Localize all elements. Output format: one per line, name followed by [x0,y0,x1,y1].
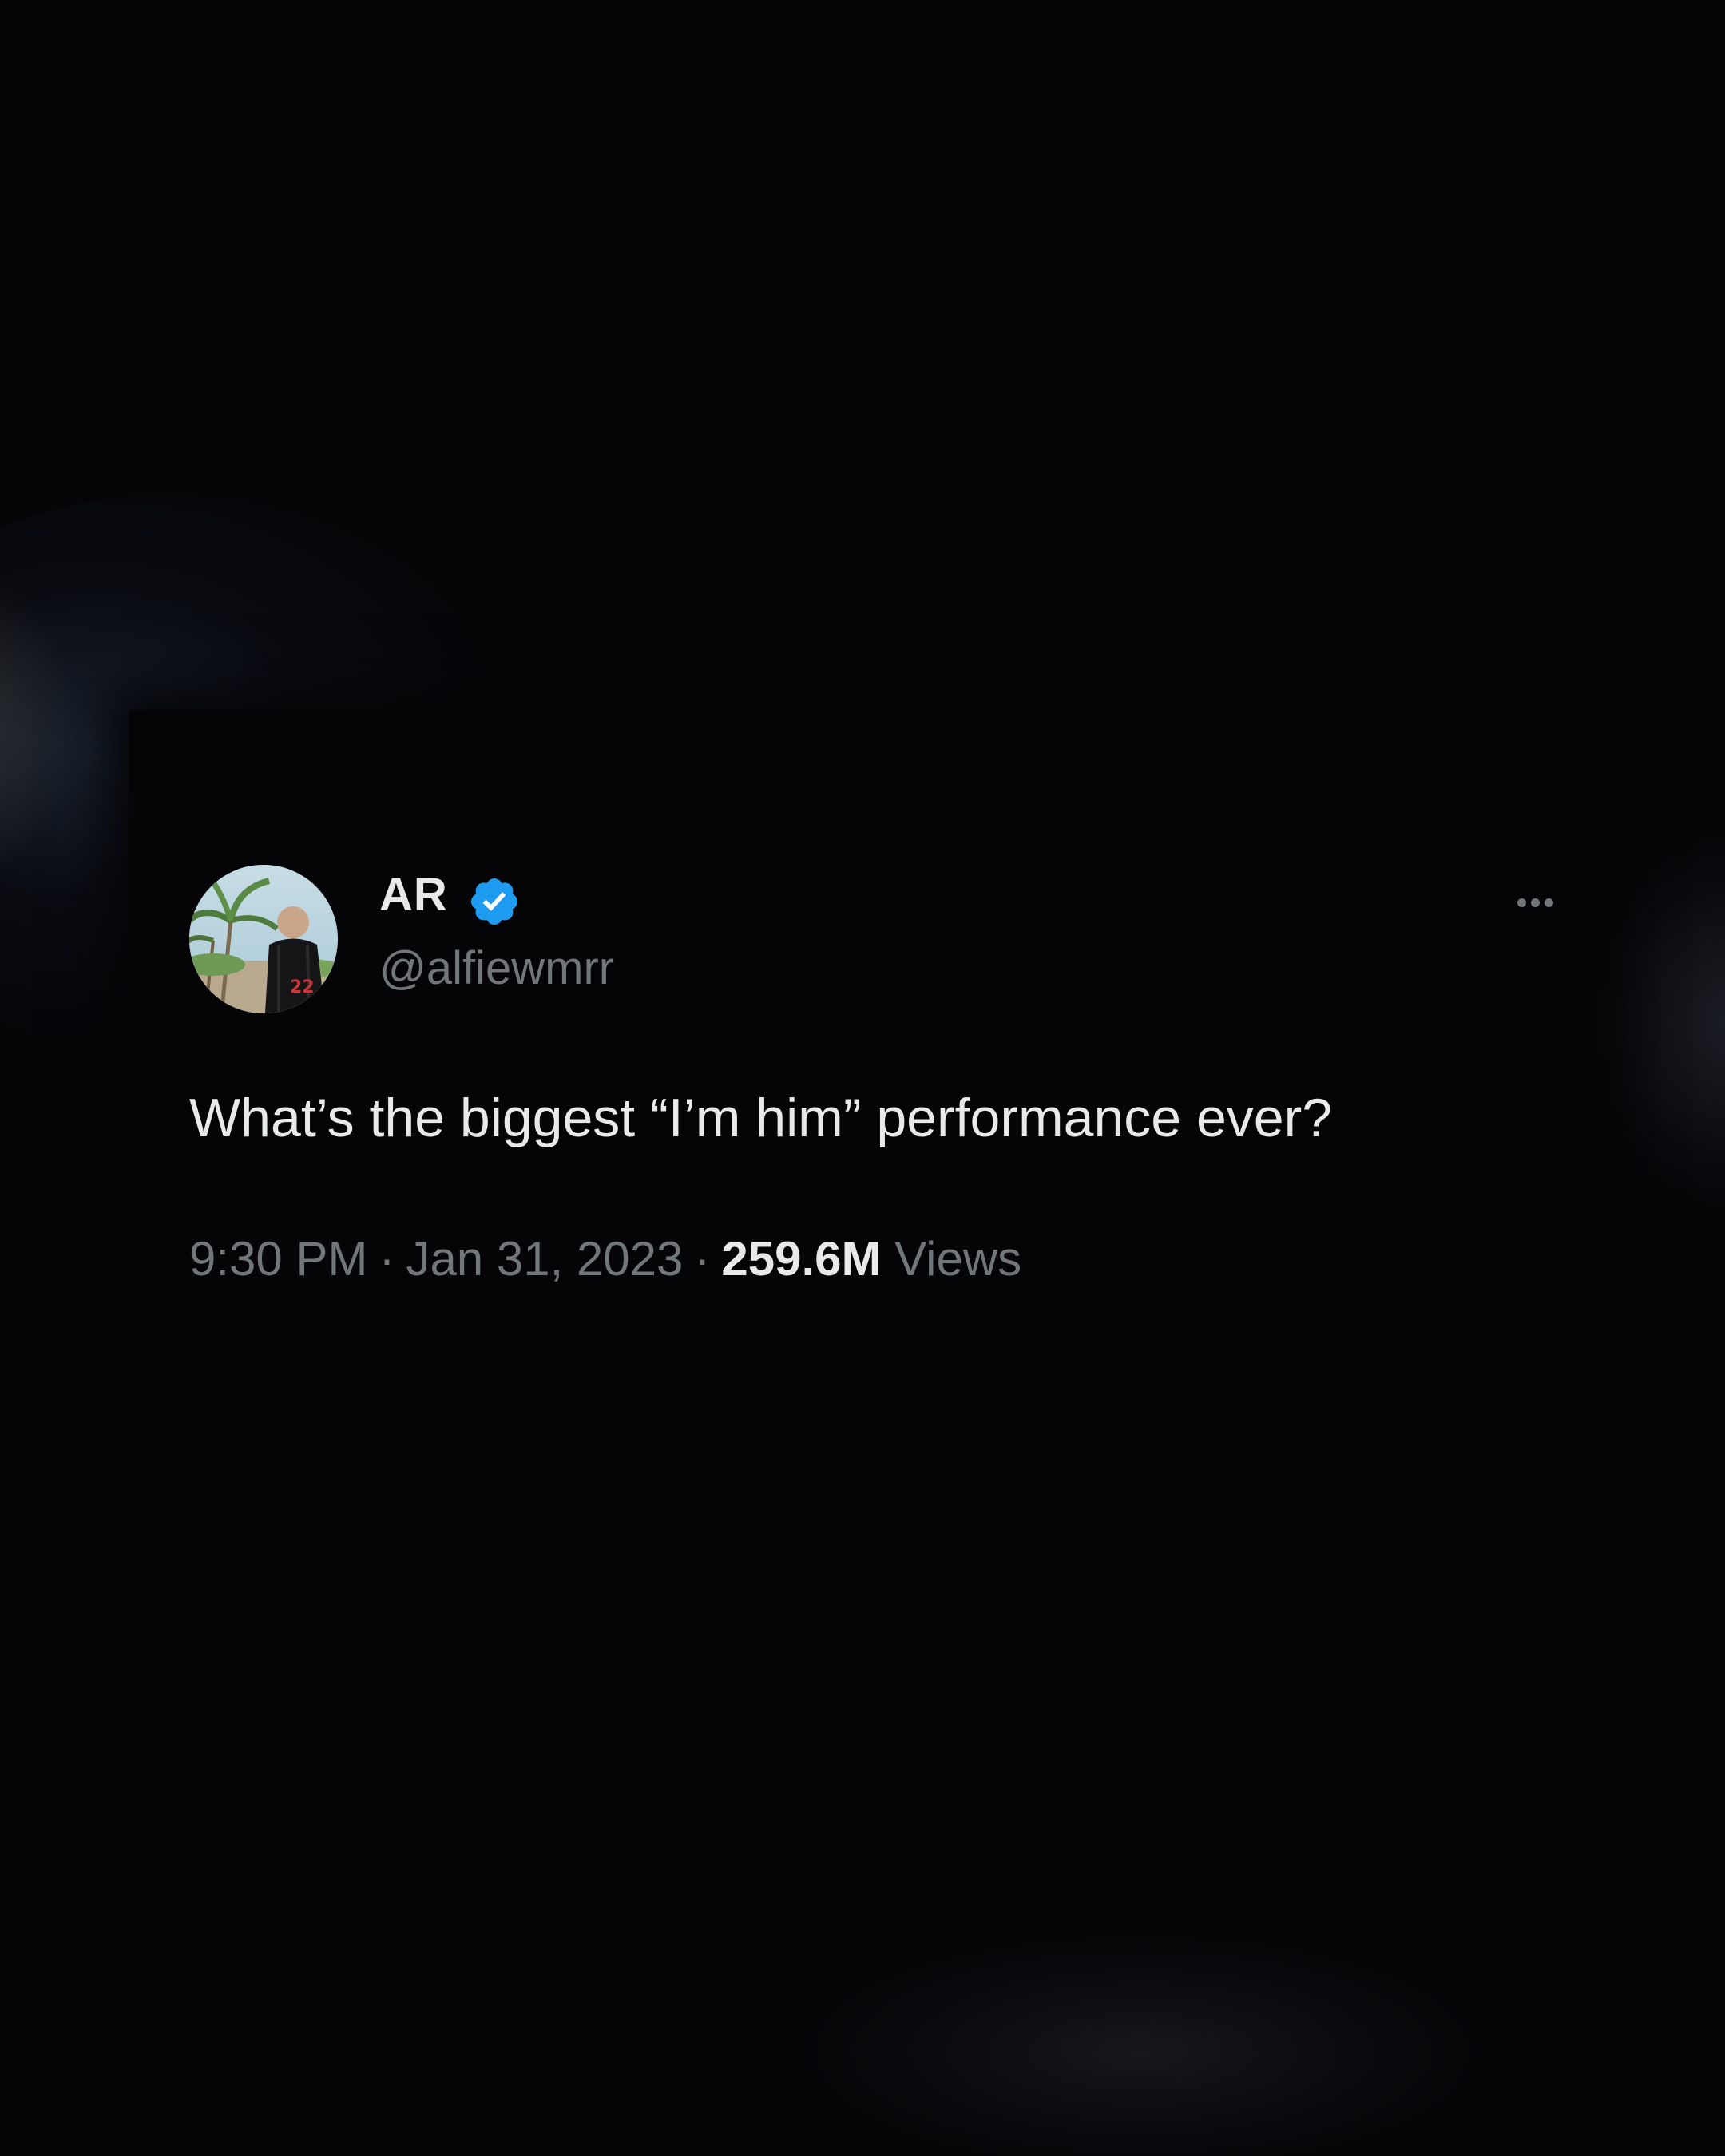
background-glow-left-warm [0,559,80,894]
views-label[interactable]: Views [894,1232,1021,1286]
tweet-date[interactable]: Jan 31, 2023 [406,1232,683,1286]
more-options-icon[interactable] [1507,882,1563,922]
avatar-image: 22 [189,865,338,1013]
tweet-card: 22 AR @alfiewmrr What’s the biggest “I’m… [129,710,1598,1476]
display-name[interactable]: AR [379,868,448,922]
more-dot [1544,898,1553,907]
meta-separator: · [379,1232,395,1286]
verified-badge-icon [470,878,518,925]
meta-separator: · [694,1232,711,1286]
avatar[interactable]: 22 [189,865,338,1013]
avatar-jersey-number: 22 [290,977,315,997]
screenshot-background: 22 AR @alfiewmrr What’s the biggest “I’m… [0,0,1725,2156]
background-glow-bottom [799,1932,1485,2156]
more-dot [1530,898,1540,907]
views-count[interactable]: 259.6M [721,1232,881,1286]
tweet-text: What’s the biggest “I’m him” performance… [189,1088,1333,1148]
handle[interactable]: @alfiewmrr [379,941,614,996]
more-dot [1517,898,1526,907]
tweet-time[interactable]: 9:30 PM [189,1232,367,1286]
tweet-meta: 9:30 PM · Jan 31, 2023 · 259.6M Views [189,1229,1021,1290]
